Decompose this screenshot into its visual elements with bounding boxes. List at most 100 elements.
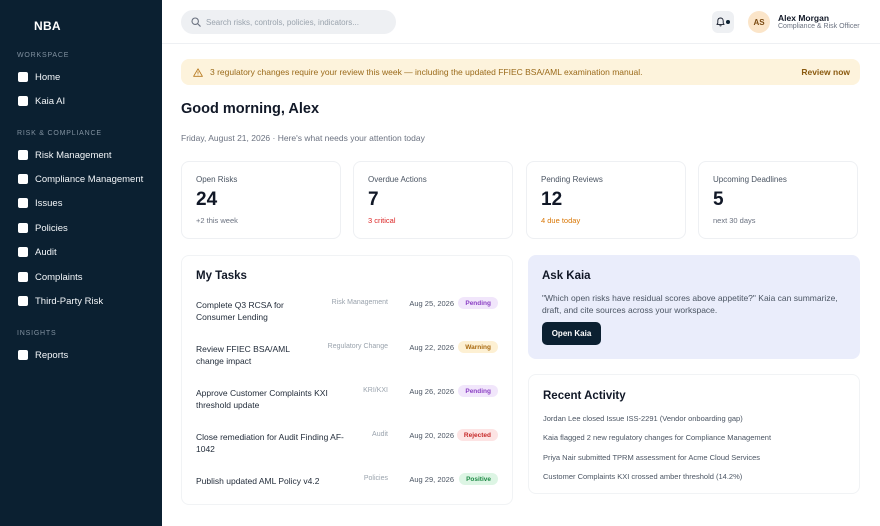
- sidebar-item-label: Home: [35, 71, 61, 83]
- nav-section-insights: INSIGHTS: [17, 330, 57, 337]
- activity-item[interactable]: Kaia flagged 2 new regulatory changes fo…: [543, 433, 771, 442]
- stat-label: Pending Reviews: [541, 175, 603, 184]
- stat-label: Upcoming Deadlines: [713, 175, 787, 184]
- stat-card-overdue-actions[interactable]: Overdue Actions 7 3 critical: [353, 161, 513, 239]
- nav-section-workspace: WORKSPACE: [17, 52, 70, 59]
- avatar[interactable]: AS: [748, 11, 770, 33]
- activity-item[interactable]: Jordan Lee closed Issue ISS-2291 (Vendor…: [543, 414, 743, 423]
- third-party-risk-icon: [18, 296, 28, 306]
- stat-value: 7: [368, 189, 379, 210]
- task-category: KRI/KXI: [363, 387, 388, 394]
- sidebar-item-risk-management[interactable]: Risk Management: [18, 146, 112, 164]
- stat-value: 24: [196, 189, 218, 210]
- sidebar-item-issues[interactable]: Issues: [18, 194, 62, 212]
- task-title: Close remediation for Audit Finding AF-1…: [196, 432, 344, 454]
- sidebar: NBA WORKSPACE Home Kaia AI RISK & COMPLI…: [0, 0, 162, 526]
- issues-icon: [18, 198, 28, 208]
- sidebar-item-compliance-management[interactable]: Compliance Management: [18, 170, 143, 188]
- status-badge: Pending: [458, 385, 498, 397]
- search-bar[interactable]: [181, 10, 396, 34]
- sidebar-item-policies[interactable]: Policies: [18, 219, 68, 237]
- recent-activity-panel: Recent Activity Jordan Lee closed Issue …: [528, 374, 860, 494]
- sidebar-item-label: Audit: [35, 246, 57, 258]
- top-bar: AS Alex Morgan Compliance & Risk Officer: [162, 0, 880, 44]
- stat-note: next 30 days: [713, 216, 756, 225]
- risk-management-icon: [18, 150, 28, 160]
- task-category: Policies: [363, 475, 388, 482]
- task-row[interactable]: Approve Customer Complaints KXI threshol…: [196, 385, 502, 413]
- activity-item[interactable]: Priya Nair submitted TPRM assessment for…: [543, 453, 760, 462]
- task-title: Review FFIEC BSA/AML change impact: [196, 344, 290, 366]
- task-due-date: Aug 22, 2026: [409, 343, 454, 352]
- ask-kaia-title: Ask Kaia: [542, 270, 591, 282]
- sidebar-item-label: Reports: [35, 349, 69, 361]
- date-subtitle: Friday, August 21, 2026 · Here's what ne…: [181, 133, 425, 143]
- home-icon: [18, 72, 28, 82]
- search-icon: [191, 17, 201, 27]
- stat-label: Open Risks: [196, 175, 238, 184]
- sidebar-item-kaia-ai[interactable]: Kaia AI: [18, 92, 65, 110]
- my-tasks-panel: My Tasks Complete Q3 RCSA for Consumer L…: [181, 255, 513, 505]
- sidebar-item-label: Kaia AI: [35, 95, 66, 107]
- brand-logo[interactable]: NBA: [34, 19, 61, 33]
- sidebar-item-audit[interactable]: Audit: [18, 243, 57, 261]
- audit-icon: [18, 247, 28, 257]
- status-badge: Pending: [458, 297, 498, 309]
- sidebar-item-label: Issues: [35, 197, 63, 209]
- stat-card-open-risks[interactable]: Open Risks 24 +2 this week: [181, 161, 341, 239]
- tasks-title: My Tasks: [196, 270, 247, 282]
- sidebar-item-home[interactable]: Home: [18, 68, 60, 86]
- nav-section-risk-compliance: RISK & COMPLIANCE: [17, 130, 102, 137]
- regulatory-alert-banner: 3 regulatory changes require your review…: [181, 59, 860, 85]
- task-category: Audit: [372, 431, 388, 438]
- task-row[interactable]: Review FFIEC BSA/AML change impact Regul…: [196, 341, 502, 369]
- stat-value: 12: [541, 189, 563, 210]
- task-row[interactable]: Complete Q3 RCSA for Consumer Lending Ri…: [196, 297, 502, 325]
- review-now-link[interactable]: Review now: [801, 67, 850, 77]
- task-due-date: Aug 29, 2026: [409, 475, 454, 484]
- main-content: AS Alex Morgan Compliance & Risk Officer…: [162, 0, 880, 526]
- sidebar-item-reports[interactable]: Reports: [18, 346, 68, 364]
- stat-value: 5: [713, 189, 724, 210]
- reports-icon: [18, 350, 28, 360]
- task-row[interactable]: Publish updated AML Policy v4.2 Policies…: [196, 473, 502, 501]
- sidebar-item-label: Policies: [35, 222, 68, 234]
- stat-label: Overdue Actions: [368, 175, 427, 184]
- user-role: Compliance & Risk Officer: [778, 23, 860, 30]
- sidebar-item-label: Compliance Management: [35, 173, 144, 185]
- complaints-icon: [18, 272, 28, 282]
- notification-dot: [726, 20, 730, 24]
- task-row[interactable]: Close remediation for Audit Finding AF-1…: [196, 429, 502, 457]
- banner-message: 3 regulatory changes require your review…: [210, 67, 643, 77]
- user-name: Alex Morgan: [778, 13, 830, 23]
- stat-note: +2 this week: [196, 216, 238, 225]
- stat-card-pending-reviews[interactable]: Pending Reviews 12 4 due today: [526, 161, 686, 239]
- sidebar-item-complaints[interactable]: Complaints: [18, 268, 83, 286]
- task-due-date: Aug 20, 2026: [409, 431, 454, 440]
- activity-title: Recent Activity: [543, 390, 626, 402]
- open-kaia-button[interactable]: Open Kaia: [542, 322, 601, 345]
- compliance-management-icon: [18, 174, 28, 184]
- task-category: Risk Management: [331, 299, 388, 306]
- ask-kaia-description: "Which open risks have residual scores a…: [542, 293, 838, 315]
- ask-kaia-panel: Ask Kaia "Which open risks have residual…: [528, 255, 860, 359]
- kaia-ai-icon: [18, 96, 28, 106]
- task-title: Publish updated AML Policy v4.2: [196, 476, 320, 486]
- search-input[interactable]: [206, 17, 386, 27]
- sidebar-item-third-party-risk[interactable]: Third-Party Risk: [18, 292, 103, 310]
- task-due-date: Aug 26, 2026: [409, 387, 454, 396]
- stat-card-upcoming-deadlines[interactable]: Upcoming Deadlines 5 next 30 days: [698, 161, 858, 239]
- activity-item[interactable]: Customer Complaints KXI crossed amber th…: [543, 472, 742, 481]
- status-badge: Rejected: [456, 429, 498, 441]
- task-title: Approve Customer Complaints KXI threshol…: [196, 388, 328, 410]
- stat-note: 3 critical: [368, 216, 396, 225]
- bell-icon: [716, 17, 725, 27]
- notifications-button[interactable]: [712, 11, 734, 33]
- stat-note: 4 due today: [541, 216, 581, 225]
- sidebar-item-label: Complaints: [35, 271, 83, 283]
- status-badge: Positive: [459, 473, 498, 485]
- task-due-date: Aug 25, 2026: [409, 299, 454, 308]
- sidebar-item-label: Risk Management: [35, 149, 112, 161]
- sidebar-item-label: Third-Party Risk: [35, 295, 104, 307]
- task-title: Complete Q3 RCSA for Consumer Lending: [196, 300, 284, 322]
